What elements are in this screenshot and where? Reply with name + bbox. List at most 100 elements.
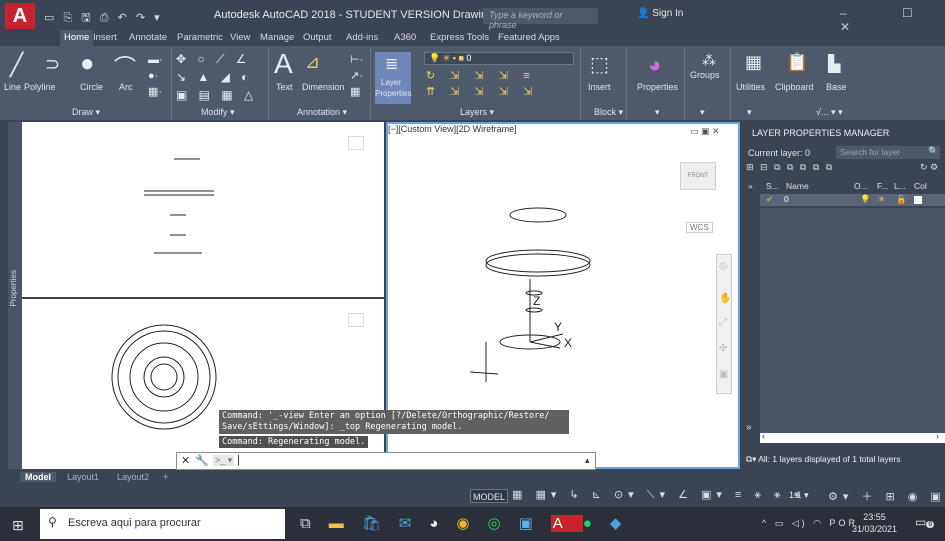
tray-icons[interactable]: ^ ▭ ◁) ◠: [762, 518, 830, 528]
store-icon[interactable]: 🛍: [362, 515, 399, 532]
status-bar-right-icons[interactable]: ⚙▾ ＋ ⊞ ◉ ▣ ☰: [828, 488, 945, 504]
properties-panel-title[interactable]: ▾: [655, 107, 660, 118]
orbit-icon[interactable]: ✣: [719, 343, 727, 354]
refresh-icon[interactable]: ↻ ⚙: [920, 162, 938, 173]
tab-annotate[interactable]: Annotate: [129, 32, 167, 43]
sign-in-button[interactable]: 👤 Sign In: [637, 8, 683, 19]
base-icon[interactable]: ▙: [828, 54, 840, 74]
properties-icon[interactable]: ◕: [648, 52, 661, 78]
taskbar-clock[interactable]: 23:55 31/03/2021: [852, 511, 897, 535]
properties-button-label[interactable]: Properties: [637, 82, 678, 92]
layer-dropdown[interactable]: 💡 ✳ ▪ ■ 0: [424, 52, 574, 65]
expand-filters-icon[interactable]: »: [748, 181, 753, 191]
viewcube[interactable]: FRONT: [680, 162, 716, 190]
command-history-toggle[interactable]: ▴: [585, 455, 590, 466]
tab-parametric[interactable]: Parametric: [177, 32, 223, 43]
whatsapp-icon[interactable]: ◎: [488, 515, 519, 532]
groups-panel-title[interactable]: ▾: [700, 107, 705, 118]
layer-color-swatch[interactable]: [914, 196, 922, 204]
clipboard-icon[interactable]: 📋: [786, 52, 808, 73]
tab-home[interactable]: Home: [60, 30, 94, 46]
tab-manage[interactable]: Manage: [260, 32, 294, 43]
line-icon[interactable]: ╱: [10, 52, 23, 78]
column-name[interactable]: Name: [786, 181, 809, 191]
lpm-toolbar[interactable]: ⊞ ⊟ ⧉ ⧉ ⧉ ⧉ ⧉: [746, 162, 834, 173]
viewcube-ghost[interactable]: [348, 313, 364, 327]
taskbar-search-box[interactable]: Escreva aqui para procurar: [40, 509, 285, 539]
search-icon[interactable]: 🔍: [928, 146, 939, 157]
tab-a360[interactable]: A360: [394, 32, 416, 43]
groups-button-label[interactable]: Groups: [690, 70, 720, 80]
lpm-search-input[interactable]: Search for layer: [836, 146, 940, 159]
column-status[interactable]: S...: [766, 181, 779, 191]
view-panel-title[interactable]: √... ▾ ▾: [816, 107, 842, 118]
layer-freeze-icon[interactable]: ✳: [878, 194, 885, 205]
tab-output[interactable]: Output: [303, 32, 332, 43]
viewcube-ghost[interactable]: [348, 136, 364, 150]
groups-icon[interactable]: ⁂: [702, 52, 716, 69]
text-icon[interactable]: A: [274, 48, 293, 80]
viewport-top-left[interactable]: [22, 122, 384, 297]
wcs-menu[interactable]: WCS: [686, 222, 713, 233]
showmotion-icon[interactable]: ▣: [719, 369, 728, 380]
tab-model[interactable]: Model: [20, 472, 56, 482]
arc-icon[interactable]: ⌒: [114, 50, 136, 82]
column-color[interactable]: Col: [914, 181, 927, 191]
modify-panel-title[interactable]: Modify ▾: [201, 107, 235, 118]
layer-row[interactable]: ✔ 0 💡 ✳ 🔓: [760, 194, 945, 206]
layer-list-area[interactable]: [760, 208, 945, 434]
polyline-button-label[interactable]: Polyline: [24, 82, 56, 92]
properties-palette-label[interactable]: Properties: [9, 270, 18, 306]
scroll-left-icon[interactable]: ‹: [762, 431, 765, 441]
dimension-button-label[interactable]: Dimension: [302, 82, 345, 92]
tab-layout1[interactable]: Layout1: [62, 472, 104, 482]
circle-icon[interactable]: ●: [80, 50, 95, 78]
layer-properties-button[interactable]: ≣ Layer Properties: [375, 52, 411, 104]
app-icon[interactable]: ◆: [610, 515, 640, 532]
draw-extra-tools[interactable]: ▬· ●· ▦·: [148, 52, 163, 100]
polyline-icon[interactable]: ⊃: [45, 54, 60, 75]
command-prompt[interactable]: >_ ▾: [213, 455, 235, 466]
circle-button-label[interactable]: Circle: [80, 82, 103, 92]
insert-button-label[interactable]: Insert: [588, 82, 611, 92]
insert-icon[interactable]: ⬚: [590, 52, 609, 77]
tab-add-ins[interactable]: Add-ins: [346, 32, 378, 43]
task-view-icon[interactable]: ⧉: [300, 515, 329, 532]
modify-tools[interactable]: ✥ ○ ⟋ ∠ ↘ ▲ ◢ ◐ ▣ ▤ ▦ △: [176, 50, 257, 104]
chrome-icon[interactable]: ◉: [456, 515, 487, 532]
utilities-button-label[interactable]: Utilities: [736, 82, 765, 92]
quick-access-toolbar[interactable]: ▭ ⎘ 🖫 ⎙ ↶ ↷ ▾: [44, 9, 163, 28]
windows-start-icon[interactable]: ⊞: [12, 517, 24, 534]
column-on[interactable]: O...: [854, 181, 868, 191]
annotation-extra-tools[interactable]: ⊢· ↗· ▦: [350, 52, 363, 100]
utilities-icon[interactable]: ▦: [745, 52, 762, 73]
filter-icon[interactable]: ⧉▾: [746, 454, 758, 464]
navigation-bar[interactable]: ◎ ✋ ⤢ ✣ ▣: [716, 254, 732, 394]
layer-name[interactable]: 0: [784, 194, 789, 204]
add-layout-button[interactable]: +: [158, 472, 173, 482]
tab-insert[interactable]: Insert: [93, 32, 117, 43]
mail-icon[interactable]: ✉: [399, 515, 430, 532]
close-icon[interactable]: ✕: [181, 454, 190, 467]
utilities-panel-title[interactable]: ▾: [747, 107, 752, 118]
annotation-panel-title[interactable]: Annotation ▾: [297, 107, 347, 118]
system-tray[interactable]: ^ ▭ ◁) ◠ POR: [762, 518, 858, 529]
tab-featured-apps[interactable]: Featured Apps: [498, 32, 560, 43]
annotation-scale[interactable]: 1:1 ▾: [789, 490, 809, 501]
command-line-input[interactable]: ✕ 🔧 >_ ▾ | ▴: [176, 452, 596, 470]
clipboard-button-label[interactable]: Clipboard: [775, 82, 814, 92]
column-freeze[interactable]: F...: [877, 181, 888, 191]
photos-icon[interactable]: ▣: [519, 515, 551, 532]
base-button-label[interactable]: Base: [826, 82, 847, 92]
block-panel-title[interactable]: Block ▾: [594, 107, 623, 118]
pan-icon[interactable]: ✋: [719, 293, 731, 304]
dimension-icon[interactable]: ⊿: [305, 52, 320, 73]
tab-layout2[interactable]: Layout2: [112, 472, 154, 482]
spotify-icon[interactable]: ●: [583, 515, 610, 532]
layer-on-icon[interactable]: 💡: [860, 194, 871, 205]
layer-lock-icon[interactable]: 🔓: [896, 194, 907, 205]
model-space-button[interactable]: MODEL: [470, 489, 508, 503]
window-controls[interactable]: – ☐ ✕: [840, 6, 945, 34]
scroll-right-icon[interactable]: ›: [936, 431, 939, 441]
steering-wheel-icon[interactable]: ◎: [719, 261, 728, 272]
